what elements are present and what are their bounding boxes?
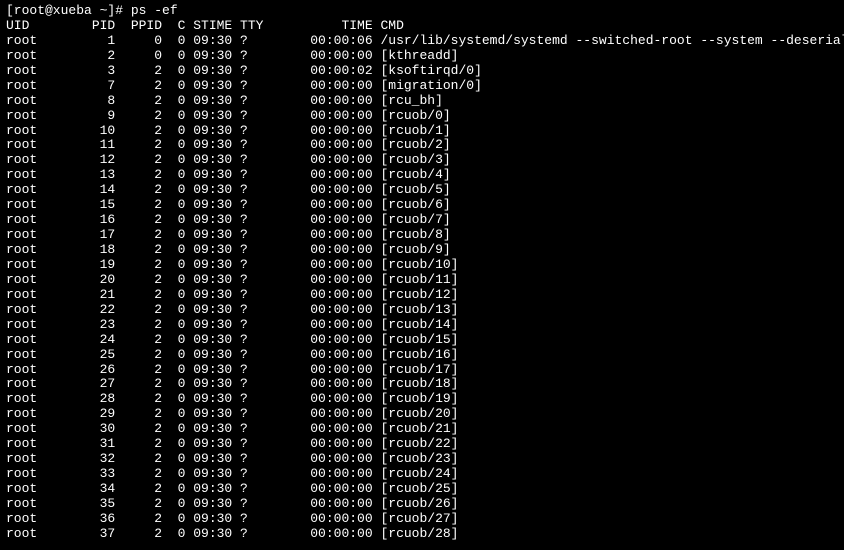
command-text: ps -ef [131, 3, 178, 18]
process-row: root 22 2 0 09:30 ? 00:00:00 [rcuob/13] [6, 303, 838, 318]
process-row: root 13 2 0 09:30 ? 00:00:00 [rcuob/4] [6, 168, 838, 183]
process-row: root 1 0 0 09:30 ? 00:00:06 /usr/lib/sys… [6, 34, 838, 49]
process-row: root 27 2 0 09:30 ? 00:00:00 [rcuob/18] [6, 377, 838, 392]
process-row: root 3 2 0 09:30 ? 00:00:02 [ksoftirqd/0… [6, 64, 838, 79]
process-row: root 34 2 0 09:30 ? 00:00:00 [rcuob/25] [6, 482, 838, 497]
shell-prompt-line: [root@xueba ~]# ps -ef [6, 4, 838, 19]
process-row: root 33 2 0 09:30 ? 00:00:00 [rcuob/24] [6, 467, 838, 482]
process-row: root 28 2 0 09:30 ? 00:00:00 [rcuob/19] [6, 392, 838, 407]
process-row: root 20 2 0 09:30 ? 00:00:00 [rcuob/11] [6, 273, 838, 288]
process-row: root 12 2 0 09:30 ? 00:00:00 [rcuob/3] [6, 153, 838, 168]
process-row: root 15 2 0 09:30 ? 00:00:00 [rcuob/6] [6, 198, 838, 213]
process-row: root 35 2 0 09:30 ? 00:00:00 [rcuob/26] [6, 497, 838, 512]
process-row: root 32 2 0 09:30 ? 00:00:00 [rcuob/23] [6, 452, 838, 467]
process-row: root 8 2 0 09:30 ? 00:00:00 [rcu_bh] [6, 94, 838, 109]
process-row: root 7 2 0 09:30 ? 00:00:00 [migration/0… [6, 79, 838, 94]
process-row: root 2 0 0 09:30 ? 00:00:00 [kthreadd] [6, 49, 838, 64]
process-row: root 37 2 0 09:30 ? 00:00:00 [rcuob/28] [6, 527, 838, 542]
process-row: root 19 2 0 09:30 ? 00:00:00 [rcuob/10] [6, 258, 838, 273]
process-row: root 11 2 0 09:30 ? 00:00:00 [rcuob/2] [6, 138, 838, 153]
terminal-output: [root@xueba ~]# ps -ef UID PID PPID C ST… [6, 4, 838, 542]
process-row: root 30 2 0 09:30 ? 00:00:00 [rcuob/21] [6, 422, 838, 437]
ps-header-row: UID PID PPID C STIME TTY TIME CMD [6, 19, 838, 34]
process-row: root 23 2 0 09:30 ? 00:00:00 [rcuob/14] [6, 318, 838, 333]
process-row: root 14 2 0 09:30 ? 00:00:00 [rcuob/5] [6, 183, 838, 198]
shell-prompt: [root@xueba ~]# [6, 3, 131, 18]
process-row: root 36 2 0 09:30 ? 00:00:00 [rcuob/27] [6, 512, 838, 527]
process-row: root 31 2 0 09:30 ? 00:00:00 [rcuob/22] [6, 437, 838, 452]
process-row: root 16 2 0 09:30 ? 00:00:00 [rcuob/7] [6, 213, 838, 228]
process-row: root 29 2 0 09:30 ? 00:00:00 [rcuob/20] [6, 407, 838, 422]
process-row: root 9 2 0 09:30 ? 00:00:00 [rcuob/0] [6, 109, 838, 124]
process-row: root 17 2 0 09:30 ? 00:00:00 [rcuob/8] [6, 228, 838, 243]
process-row: root 10 2 0 09:30 ? 00:00:00 [rcuob/1] [6, 124, 838, 139]
process-list: root 1 0 0 09:30 ? 00:00:06 /usr/lib/sys… [6, 34, 838, 542]
process-row: root 26 2 0 09:30 ? 00:00:00 [rcuob/17] [6, 363, 838, 378]
process-row: root 18 2 0 09:30 ? 00:00:00 [rcuob/9] [6, 243, 838, 258]
process-row: root 25 2 0 09:30 ? 00:00:00 [rcuob/16] [6, 348, 838, 363]
process-row: root 21 2 0 09:30 ? 00:00:00 [rcuob/12] [6, 288, 838, 303]
process-row: root 24 2 0 09:30 ? 00:00:00 [rcuob/15] [6, 333, 838, 348]
